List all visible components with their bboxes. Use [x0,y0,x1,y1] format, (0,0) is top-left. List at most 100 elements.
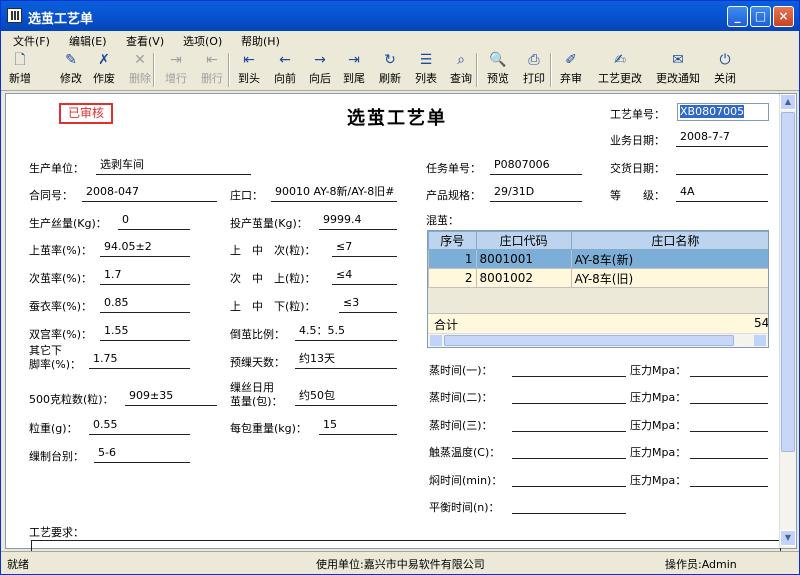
balance-field[interactable] [512,496,626,514]
weight-label: 粒重(g)： [29,422,78,435]
contract-label: 合同号： [29,189,73,202]
toolbar-button-prev[interactable]: ← 向前 [269,51,301,89]
scroll-up-icon[interactable]: ▲ [780,94,796,110]
ratio-field[interactable]: 4.5：5.5 [295,323,397,341]
silk-field[interactable]: 0 [118,212,190,230]
daily-field[interactable]: 约50包 [295,388,397,406]
toolbar-button-refresh[interactable]: ↻ 刷新 [375,51,405,89]
spec-field[interactable]: 29/31D [490,184,582,202]
col-name[interactable]: 庄口名称 [570,231,768,250]
pressure3-label: 压力Mpa： [630,419,687,432]
pressure4-field[interactable] [690,441,768,459]
foot-field[interactable]: 1.75 [89,351,190,369]
scroll-left-icon[interactable] [430,335,442,346]
balance-label: 平衡时间(n)： [429,501,500,514]
preship-field[interactable]: 约13天 [295,351,397,369]
requirement-label: 工艺要求： [29,526,84,539]
steam1-field[interactable] [512,359,626,377]
title-bar[interactable]: 选茧工艺单 _ □ × [1,1,799,31]
del-row-icon: ⇤ [206,52,218,68]
steam3-field[interactable] [512,414,626,432]
toolbar-button-next[interactable]: → 向后 [305,51,335,89]
grid-scroll-thumb[interactable] [444,335,734,346]
menu-view[interactable]: 查看(V) [126,33,164,49]
sml-label: 上 中 下(粒)： [230,300,316,313]
unit-field[interactable]: 选剥车间 [96,157,251,175]
toolbar-label: 向前 [274,72,296,85]
grain-field[interactable]: 909±35 [125,388,217,406]
cell-no: 1 [428,249,477,269]
pressure5-field[interactable] [690,469,768,487]
task-no-field[interactable]: P0807006 [490,157,582,175]
ratio-label: 倒茧比例： [230,328,285,341]
toolbar-button-print[interactable]: ⎙ 打印 [519,51,549,89]
touch-temp-field[interactable] [512,441,626,459]
machine-field[interactable]: 5-6 [94,445,190,463]
process-no-field[interactable]: XB0807005 [677,103,769,121]
menu-help[interactable]: 帮助(H) [241,33,280,49]
toolbar-button-exit[interactable]: ⏻ 关闭 [710,51,740,89]
toolbar-button-edit[interactable]: ✎ 修改 [56,51,86,89]
biz-date-field[interactable]: 2008-7-7 [676,129,768,147]
grade-field[interactable]: 4A [676,184,768,202]
toolbar-button-preview[interactable]: 🔍 预览 [483,51,513,89]
toolbar-label: 弃审 [560,72,582,85]
status-operator: 操作员:Admin [665,558,737,571]
toolbar-button-delete[interactable]: ✕ 删除 [125,51,155,89]
delivery-label: 交货日期： [610,162,665,175]
lot-field[interactable]: 90010 AY-8新/AY-8旧# [271,184,397,202]
cocoon-field[interactable]: 9999.4 [319,212,397,230]
sub-rate-field[interactable]: 1.7 [100,267,190,285]
table-row[interactable]: 2 8001002 AY-8车(旧) 29 [428,268,768,288]
main-scroll-thumb[interactable] [781,112,795,452]
col-no[interactable]: 序号 [428,231,477,250]
steam2-field[interactable] [512,386,626,404]
scroll-right-icon[interactable] [754,335,766,346]
cell-name: AY-8车(新) [570,249,768,269]
table-row[interactable]: 1 8001001 AY-8车(新) 25 [428,249,768,269]
refresh-icon: ↻ [384,52,396,68]
col-code[interactable]: 庄口代码 [475,231,572,250]
close-button[interactable]: × [773,6,794,27]
grid-hscrollbar[interactable] [428,333,768,347]
pressure2-field[interactable] [690,386,768,404]
coat-field[interactable]: 0.85 [100,295,190,313]
weight-field[interactable]: 0.55 [89,417,190,435]
toolbar-button-process-change[interactable]: ✍ 工艺更改 [593,51,647,89]
contract-field[interactable]: 2008-047 [82,184,217,202]
toolbar-button-last[interactable]: ⇥ 到尾 [339,51,369,89]
menu-options[interactable]: 选项(O) [183,33,222,49]
maximize-button[interactable]: □ [750,6,771,27]
unit-label: 生产单位： [29,162,84,175]
minimize-button[interactable]: _ [727,6,748,27]
toolbar-button-void[interactable]: ✗ 作废 [89,51,119,89]
unapprove-icon: ✐ [565,52,577,68]
toolbar-button-list[interactable]: ☰ 列表 [411,51,441,89]
preship-label: 预缫天数： [230,356,285,369]
pressure3-field[interactable] [690,414,768,432]
app-window: 选茧工艺单 _ □ × 文件(F) 编辑(E) 查看(V) 选项(O) 帮助(H… [0,0,800,575]
smu-field[interactable]: ≤4 [332,267,397,285]
toolbar-button-add-row[interactable]: ⇥ 增行 [161,51,191,89]
top-rate-field[interactable]: 94.05±2 [100,239,190,257]
delivery-field[interactable] [676,157,768,175]
bake-field[interactable] [512,469,626,487]
toolbar-button-unapprove[interactable]: ✐ 弃审 [556,51,586,89]
main-vscrollbar[interactable]: ▲ ▼ [779,94,796,548]
toolbar-button-first[interactable]: ⇤ 到头 [234,51,264,89]
toolbar-label: 新增 [9,72,31,85]
double-field[interactable]: 1.55 [100,323,190,341]
toolbar-button-notice[interactable]: ✉ 更改通知 [649,51,707,89]
menu-edit[interactable]: 编辑(E) [69,33,107,49]
sml-field[interactable]: ≤3 [339,295,397,313]
smi-field[interactable]: ≤7 [332,239,397,257]
scroll-down-icon[interactable]: ▼ [780,530,796,546]
menu-file[interactable]: 文件(F) [13,33,50,49]
toolbar-button-new[interactable]: 🗋 新增 [6,51,34,89]
pressure1-field[interactable] [690,359,768,377]
toolbar-button-binoculars[interactable]: ⌕ 查询 [445,51,477,89]
pack-field[interactable]: 15 [319,417,397,435]
daily-label-2: 茧量(包)： [230,395,283,408]
toolbar-button-del-row[interactable]: ⇤ 删行 [197,51,227,89]
toolbar-label: 查询 [450,72,472,85]
